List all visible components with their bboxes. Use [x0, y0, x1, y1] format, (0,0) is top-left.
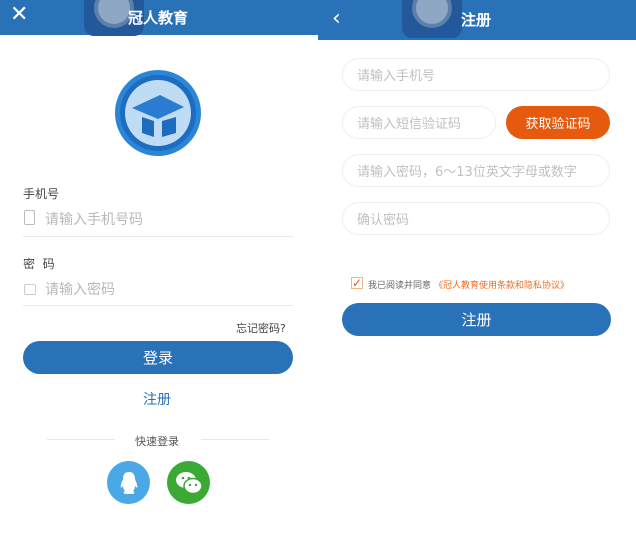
- qq-login-button[interactable]: [107, 461, 150, 504]
- phone-icon: [24, 210, 35, 225]
- confirm-password-input[interactable]: 确认密码: [342, 202, 610, 235]
- password-input[interactable]: 请输入密码: [45, 279, 293, 299]
- back-icon[interactable]: ‹: [332, 6, 341, 31]
- login-header: ✕ 冠人教育: [0, 0, 318, 36]
- close-icon[interactable]: ✕: [10, 4, 28, 26]
- wechat-login-button[interactable]: [167, 461, 210, 504]
- password-label: 密 码: [23, 257, 55, 271]
- password-input[interactable]: 请输入密码，6～13位英文字母或数字: [342, 154, 610, 187]
- divider: [201, 439, 269, 440]
- lock-icon: [24, 284, 36, 295]
- agree-text: 我已阅读并同意: [368, 281, 432, 291]
- divider: [47, 439, 115, 440]
- register-header: ‹ 注册: [318, 0, 636, 40]
- quick-login-label: 快速登录: [135, 435, 179, 448]
- register-button[interactable]: 注册: [342, 303, 611, 336]
- phone-input[interactable]: 请输入手机号码: [45, 209, 293, 229]
- assistive-touch-button[interactable]: [402, 0, 462, 38]
- wechat-icon: [175, 471, 203, 494]
- get-code-button[interactable]: 获取验证码: [506, 106, 610, 139]
- divider: [23, 236, 293, 237]
- register-link[interactable]: 注册: [143, 389, 171, 409]
- agree-checkbox[interactable]: ✓: [351, 277, 363, 289]
- qq-icon: [120, 471, 137, 494]
- forgot-password-link[interactable]: 忘记密码?: [236, 320, 286, 336]
- terms-link[interactable]: 《冠人教育使用条款和隐私协议》: [434, 278, 569, 291]
- phone-input[interactable]: 请输入手机号: [342, 58, 610, 91]
- divider: [23, 305, 293, 306]
- login-button[interactable]: 登录: [23, 341, 293, 374]
- page-title: 冠人教育: [128, 9, 189, 27]
- app-logo: [115, 70, 201, 156]
- sms-code-input[interactable]: 请输入短信验证码: [342, 106, 496, 139]
- page-title: 注册: [461, 11, 492, 29]
- phone-label: 手机号: [23, 187, 60, 201]
